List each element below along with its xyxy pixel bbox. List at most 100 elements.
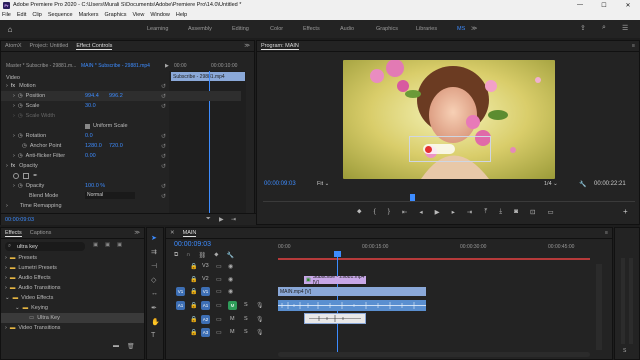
rectangle-mask-icon[interactable] xyxy=(23,173,29,179)
workspace-libraries[interactable]: Libraries xyxy=(416,26,437,32)
search-icon[interactable]: ⌕ xyxy=(602,24,606,32)
new-bin-icon[interactable]: ▬ xyxy=(113,343,119,349)
workspace-editing[interactable]: Editing xyxy=(232,26,249,32)
panel-menu-icon[interactable]: ≡ xyxy=(632,43,635,49)
sequence-clip-label[interactable]: MAIN * Subscribe - 29881.mp4 xyxy=(81,63,150,69)
menu-file[interactable]: File xyxy=(2,12,11,18)
workspace-audio[interactable]: Audio xyxy=(340,26,354,32)
play-button[interactable]: ▶ xyxy=(435,208,440,216)
close-sequence-icon[interactable]: ✕ xyxy=(170,230,175,236)
ec-clip-bar[interactable]: Subscribe - 29881.mp4 xyxy=(171,72,245,81)
solo-a1[interactable]: S xyxy=(244,302,248,308)
menu-view[interactable]: View xyxy=(133,12,145,18)
lock-icon[interactable]: 🔒 xyxy=(190,276,197,283)
timeline-vertical-scrollbar[interactable] xyxy=(596,264,602,350)
menu-window[interactable]: Window xyxy=(150,12,170,18)
sync-lock-icon[interactable]: ▭ xyxy=(216,302,222,309)
export-frame-icon[interactable]: ◙ xyxy=(514,208,518,216)
track-a1[interactable]: A1 xyxy=(201,301,210,310)
sync-lock-icon[interactable]: ▭ xyxy=(216,276,222,283)
lock-icon[interactable]: 🔒 xyxy=(190,288,197,295)
blend-reset-icon[interactable]: ↺ xyxy=(161,193,166,200)
stopwatch-icon[interactable]: ◷ xyxy=(18,133,23,139)
sync-lock-icon[interactable]: ▭ xyxy=(216,288,222,295)
play-only-icon[interactable]: ▶ xyxy=(165,63,169,69)
type-tool-icon[interactable]: T xyxy=(151,332,155,339)
workspace-learning[interactable]: Learning xyxy=(147,26,168,32)
menu-help[interactable]: Help xyxy=(176,12,187,18)
workspace-menu-icon[interactable]: ≫ xyxy=(471,25,477,32)
anchor-x-value[interactable]: 1280.0 xyxy=(85,143,102,149)
uniform-scale-checkbox[interactable] xyxy=(85,123,90,129)
effects-item-video-effects[interactable]: ⌄ ▬ Video Effects xyxy=(5,293,53,303)
effects-item-audio-effects[interactable]: › ▬ Audio Effects xyxy=(5,273,51,283)
scale-row[interactable]: › ◷ Scale 30.0 ↺ xyxy=(1,101,241,111)
eye-icon[interactable]: ◉ xyxy=(228,276,233,283)
maximize-icon[interactable]: ☐ xyxy=(592,2,616,9)
lock-icon[interactable]: 🔒 xyxy=(190,329,197,336)
opacity-reset-icon[interactable]: ↺ xyxy=(161,163,166,170)
clip-subscribe-a2[interactable] xyxy=(304,313,366,324)
pen-tool-icon[interactable]: ✒ xyxy=(151,304,157,312)
tab-effects[interactable]: Effects xyxy=(5,230,22,237)
timeline-settings-icon[interactable]: 🔧 xyxy=(226,252,233,259)
mic-icon[interactable]: 🎙 xyxy=(256,329,264,336)
tab-atomx[interactable]: AtomX xyxy=(5,43,22,49)
antiflicker-row[interactable]: › ◷ Anti-flicker Filter 0.00 ↺ xyxy=(1,151,241,161)
step-forward-icon[interactable]: ▸ xyxy=(452,208,455,216)
video-frame[interactable] xyxy=(343,60,555,179)
add-marker-icon[interactable]: ⬥ xyxy=(214,252,218,259)
message-icon[interactable]: ☰ xyxy=(622,24,628,32)
tab-project[interactable]: Project: Untitled xyxy=(30,43,69,49)
rotation-row[interactable]: › ◷ Rotation 0.0 ↺ xyxy=(1,131,241,141)
extract-icon[interactable]: ⤓ xyxy=(499,208,502,216)
effects-item-video-transitions[interactable]: › ▬ Video Transitions xyxy=(5,323,60,333)
opacity-section-row[interactable]: › fx Opacity ↺ xyxy=(1,161,241,171)
zoom-select[interactable]: Fit ⌄ xyxy=(317,181,329,187)
mark-in-icon[interactable]: { xyxy=(374,208,376,216)
ripple-edit-tool-icon[interactable]: ⊣ xyxy=(151,262,157,270)
go-to-in-icon[interactable]: ⇤ xyxy=(402,208,407,216)
sync-lock-icon[interactable]: ▭ xyxy=(216,329,222,336)
effects-expand-icon[interactable]: ≫ xyxy=(134,230,140,236)
solo-a2[interactable]: S xyxy=(244,316,248,322)
32bit-effects-icon[interactable]: ▣ xyxy=(105,242,110,248)
anchor-y-value[interactable]: 720.0 xyxy=(109,143,123,149)
program-playhead[interactable] xyxy=(410,194,415,201)
timeline-sequence-tab[interactable]: MAIN xyxy=(182,230,197,237)
time-remapping-row[interactable]: › Time Remapping xyxy=(1,201,241,211)
snap-icon[interactable]: ∩ xyxy=(186,252,190,259)
slip-tool-icon[interactable]: ↔ xyxy=(151,290,158,297)
source-v1[interactable]: V1 xyxy=(176,287,185,296)
lock-icon[interactable]: 🔒 xyxy=(190,263,197,270)
motion-row[interactable]: › fx Motion ↺ xyxy=(1,81,241,91)
ellipse-mask-icon[interactable] xyxy=(13,173,19,179)
step-back-icon[interactable]: ◂ xyxy=(419,208,422,216)
stopwatch-icon[interactable]: ◷ xyxy=(18,183,23,189)
effects-item-ultra-key[interactable]: ▭ Ultra Key xyxy=(1,313,144,323)
program-title[interactable]: Program: MAIN xyxy=(261,43,299,50)
clip-main-v1[interactable]: MAIN.mp4 [V] xyxy=(278,287,426,296)
pen-mask-icon[interactable]: ✒ xyxy=(33,173,38,179)
settings-wrench-icon[interactable]: 🔧 xyxy=(579,181,586,188)
add-button-icon[interactable]: + xyxy=(623,207,628,216)
source-a1[interactable]: A1 xyxy=(176,301,185,310)
sync-lock-icon[interactable]: ▭ xyxy=(216,263,222,270)
effects-item-audio-transitions[interactable]: › ▬ Audio Transitions xyxy=(5,283,61,293)
sync-lock-icon[interactable]: ▭ xyxy=(216,316,222,323)
lock-icon[interactable]: 🔒 xyxy=(190,316,197,323)
stopwatch-icon[interactable]: ◷ xyxy=(22,143,27,149)
track-a2[interactable]: A2 xyxy=(201,315,210,324)
anchor-reset-icon[interactable]: ↺ xyxy=(161,143,166,150)
selection-tool-icon[interactable]: ➤ xyxy=(151,234,157,242)
uniform-scale-row[interactable]: Uniform Scale xyxy=(1,121,241,131)
linked-selection-icon[interactable]: ⛓ xyxy=(199,252,207,259)
track-v1[interactable]: V1 xyxy=(201,287,210,296)
eye-icon[interactable]: ◉ xyxy=(228,288,233,295)
blend-mode-row[interactable]: Blend Mode Normal ↺ xyxy=(1,191,241,201)
menu-graphics[interactable]: Graphics xyxy=(105,12,127,18)
solo-a3[interactable]: S xyxy=(244,329,248,335)
position-y-value[interactable]: 996.2 xyxy=(109,93,123,99)
track-select-tool-icon[interactable]: ⇉ xyxy=(151,248,157,256)
mute-a2[interactable]: M xyxy=(230,316,235,322)
